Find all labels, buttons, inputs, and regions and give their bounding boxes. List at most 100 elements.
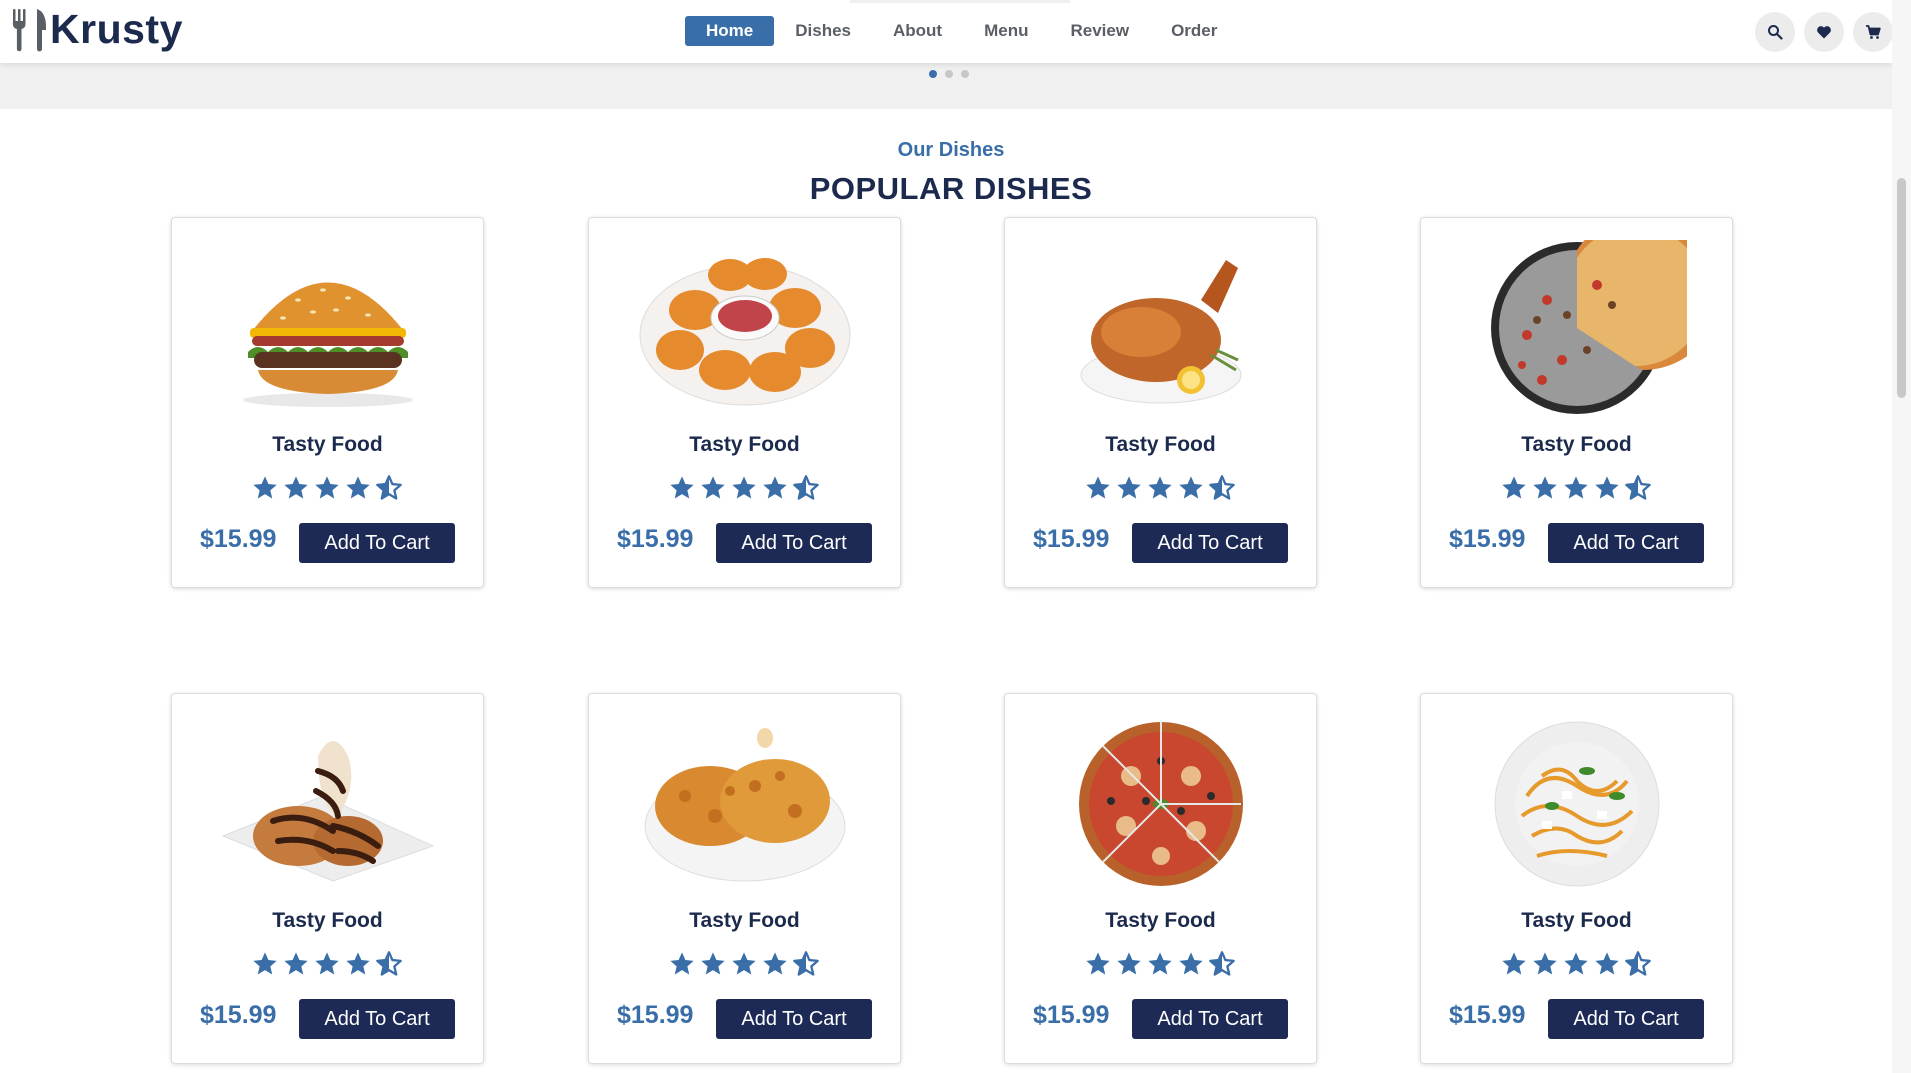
- nav-dishes[interactable]: Dishes: [774, 16, 872, 46]
- rating-stars: [251, 950, 403, 978]
- header-actions: [1755, 12, 1892, 52]
- nav-order[interactable]: Order: [1150, 16, 1238, 46]
- add-to-cart-button[interactable]: Add To Cart: [1548, 999, 1704, 1039]
- dish-card: Tasty Food $15.99 Add To Cart: [1004, 693, 1317, 1064]
- dish-price: $15.99: [1449, 525, 1526, 553]
- dish-price: $15.99: [200, 1001, 277, 1029]
- star-icon: [1117, 476, 1141, 499]
- dish-image: [635, 240, 855, 415]
- dish-name: Tasty Food: [272, 909, 383, 932]
- star-half-icon: [1625, 475, 1651, 500]
- scrollbar-thumb[interactable]: [1897, 178, 1906, 398]
- section-title: POPULAR DISHES: [809, 171, 1093, 206]
- dish-image: [218, 716, 438, 891]
- dish-image: [218, 240, 438, 415]
- search-icon: [1768, 25, 1783, 40]
- star-icon: [1564, 476, 1588, 499]
- add-to-cart-button[interactable]: Add To Cart: [1132, 999, 1288, 1039]
- star-half-icon: [793, 475, 819, 500]
- site-header: Krusty Home Dishes About Menu Review Ord…: [0, 0, 1892, 63]
- dish-image: [1467, 214, 1721, 415]
- slider-dot-2[interactable]: [945, 70, 953, 78]
- star-icon: [1117, 952, 1141, 975]
- rating-stars: [1084, 474, 1236, 502]
- star-icon: [346, 952, 370, 975]
- star-half-icon: [1209, 951, 1235, 976]
- dish-card: Tasty Food $15.99 Add To Cart: [588, 693, 901, 1064]
- dish-price: $15.99: [1033, 525, 1110, 553]
- star-icon: [1595, 476, 1619, 499]
- dish-name: Tasty Food: [1521, 909, 1632, 932]
- dish-image: [1051, 240, 1271, 415]
- star-icon: [1148, 952, 1172, 975]
- star-icon: [1179, 952, 1203, 975]
- cart-icon: [1866, 25, 1881, 39]
- star-icon: [1502, 476, 1526, 499]
- star-icon: [670, 476, 694, 499]
- star-icon: [1533, 952, 1557, 975]
- star-icon: [315, 476, 339, 499]
- add-to-cart-button[interactable]: Add To Cart: [1132, 523, 1288, 563]
- rating-stars: [668, 950, 820, 978]
- dish-name: Tasty Food: [689, 909, 800, 932]
- dish-name: Tasty Food: [1105, 433, 1216, 456]
- nav-menu[interactable]: Menu: [963, 16, 1049, 46]
- search-button[interactable]: [1755, 12, 1795, 52]
- star-icon: [732, 952, 756, 975]
- star-icon: [763, 476, 787, 499]
- dish-card: Tasty Food $15.99 Add To Cart: [1420, 693, 1733, 1064]
- star-icon: [1086, 952, 1110, 975]
- page: Krusty Home Dishes About Menu Review Ord…: [0, 0, 1892, 1073]
- dish-name: Tasty Food: [689, 433, 800, 456]
- star-half-icon: [1209, 475, 1235, 500]
- dish-image: [635, 716, 855, 891]
- header-divider: [850, 0, 1070, 3]
- nav-home[interactable]: Home: [685, 16, 775, 46]
- dish-image: [1051, 716, 1271, 891]
- star-icon: [763, 952, 787, 975]
- utensils-icon: [12, 9, 46, 52]
- star-icon: [670, 952, 694, 975]
- star-icon: [1595, 952, 1619, 975]
- wishlist-button[interactable]: [1804, 12, 1844, 52]
- rating-stars: [1084, 950, 1236, 978]
- star-icon: [1533, 476, 1557, 499]
- dish-price: $15.99: [617, 525, 694, 553]
- heart-icon: [1817, 26, 1831, 39]
- star-icon: [1564, 952, 1588, 975]
- slider-dot-3[interactable]: [961, 70, 969, 78]
- nav-review[interactable]: Review: [1049, 16, 1150, 46]
- rating-stars: [251, 474, 403, 502]
- star-half-icon: [376, 951, 402, 976]
- star-icon: [1148, 476, 1172, 499]
- dish-card: Tasty Food $15.99 Add To Cart: [171, 693, 484, 1064]
- add-to-cart-button[interactable]: Add To Cart: [299, 999, 455, 1039]
- dish-price: $15.99: [617, 1001, 694, 1029]
- rating-stars: [668, 474, 820, 502]
- add-to-cart-button[interactable]: Add To Cart: [716, 523, 872, 563]
- star-icon: [346, 476, 370, 499]
- brand-name: Krusty: [50, 6, 183, 52]
- add-to-cart-button[interactable]: Add To Cart: [716, 999, 872, 1039]
- slider-pagination: [929, 70, 969, 78]
- dish-name: Tasty Food: [272, 433, 383, 456]
- add-to-cart-button[interactable]: Add To Cart: [1548, 523, 1704, 563]
- star-half-icon: [1625, 951, 1651, 976]
- star-icon: [284, 476, 308, 499]
- dish-name: Tasty Food: [1105, 909, 1216, 932]
- star-icon: [1086, 476, 1110, 499]
- star-icon: [315, 952, 339, 975]
- star-icon: [732, 476, 756, 499]
- dish-name: Tasty Food: [1521, 433, 1632, 456]
- add-to-cart-button[interactable]: Add To Cart: [299, 523, 455, 563]
- brand-logo[interactable]: Krusty: [10, 6, 183, 52]
- slider-dot-1[interactable]: [929, 70, 937, 78]
- star-icon: [1179, 476, 1203, 499]
- dish-card: Tasty Food $15.99 Add To Cart: [1420, 214, 1733, 588]
- nav-about[interactable]: About: [872, 16, 963, 46]
- dish-image: [1467, 716, 1687, 891]
- star-icon: [253, 952, 277, 975]
- star-icon: [253, 476, 277, 499]
- page-scrollbar[interactable]: [1892, 0, 1911, 1073]
- cart-button[interactable]: [1853, 12, 1892, 52]
